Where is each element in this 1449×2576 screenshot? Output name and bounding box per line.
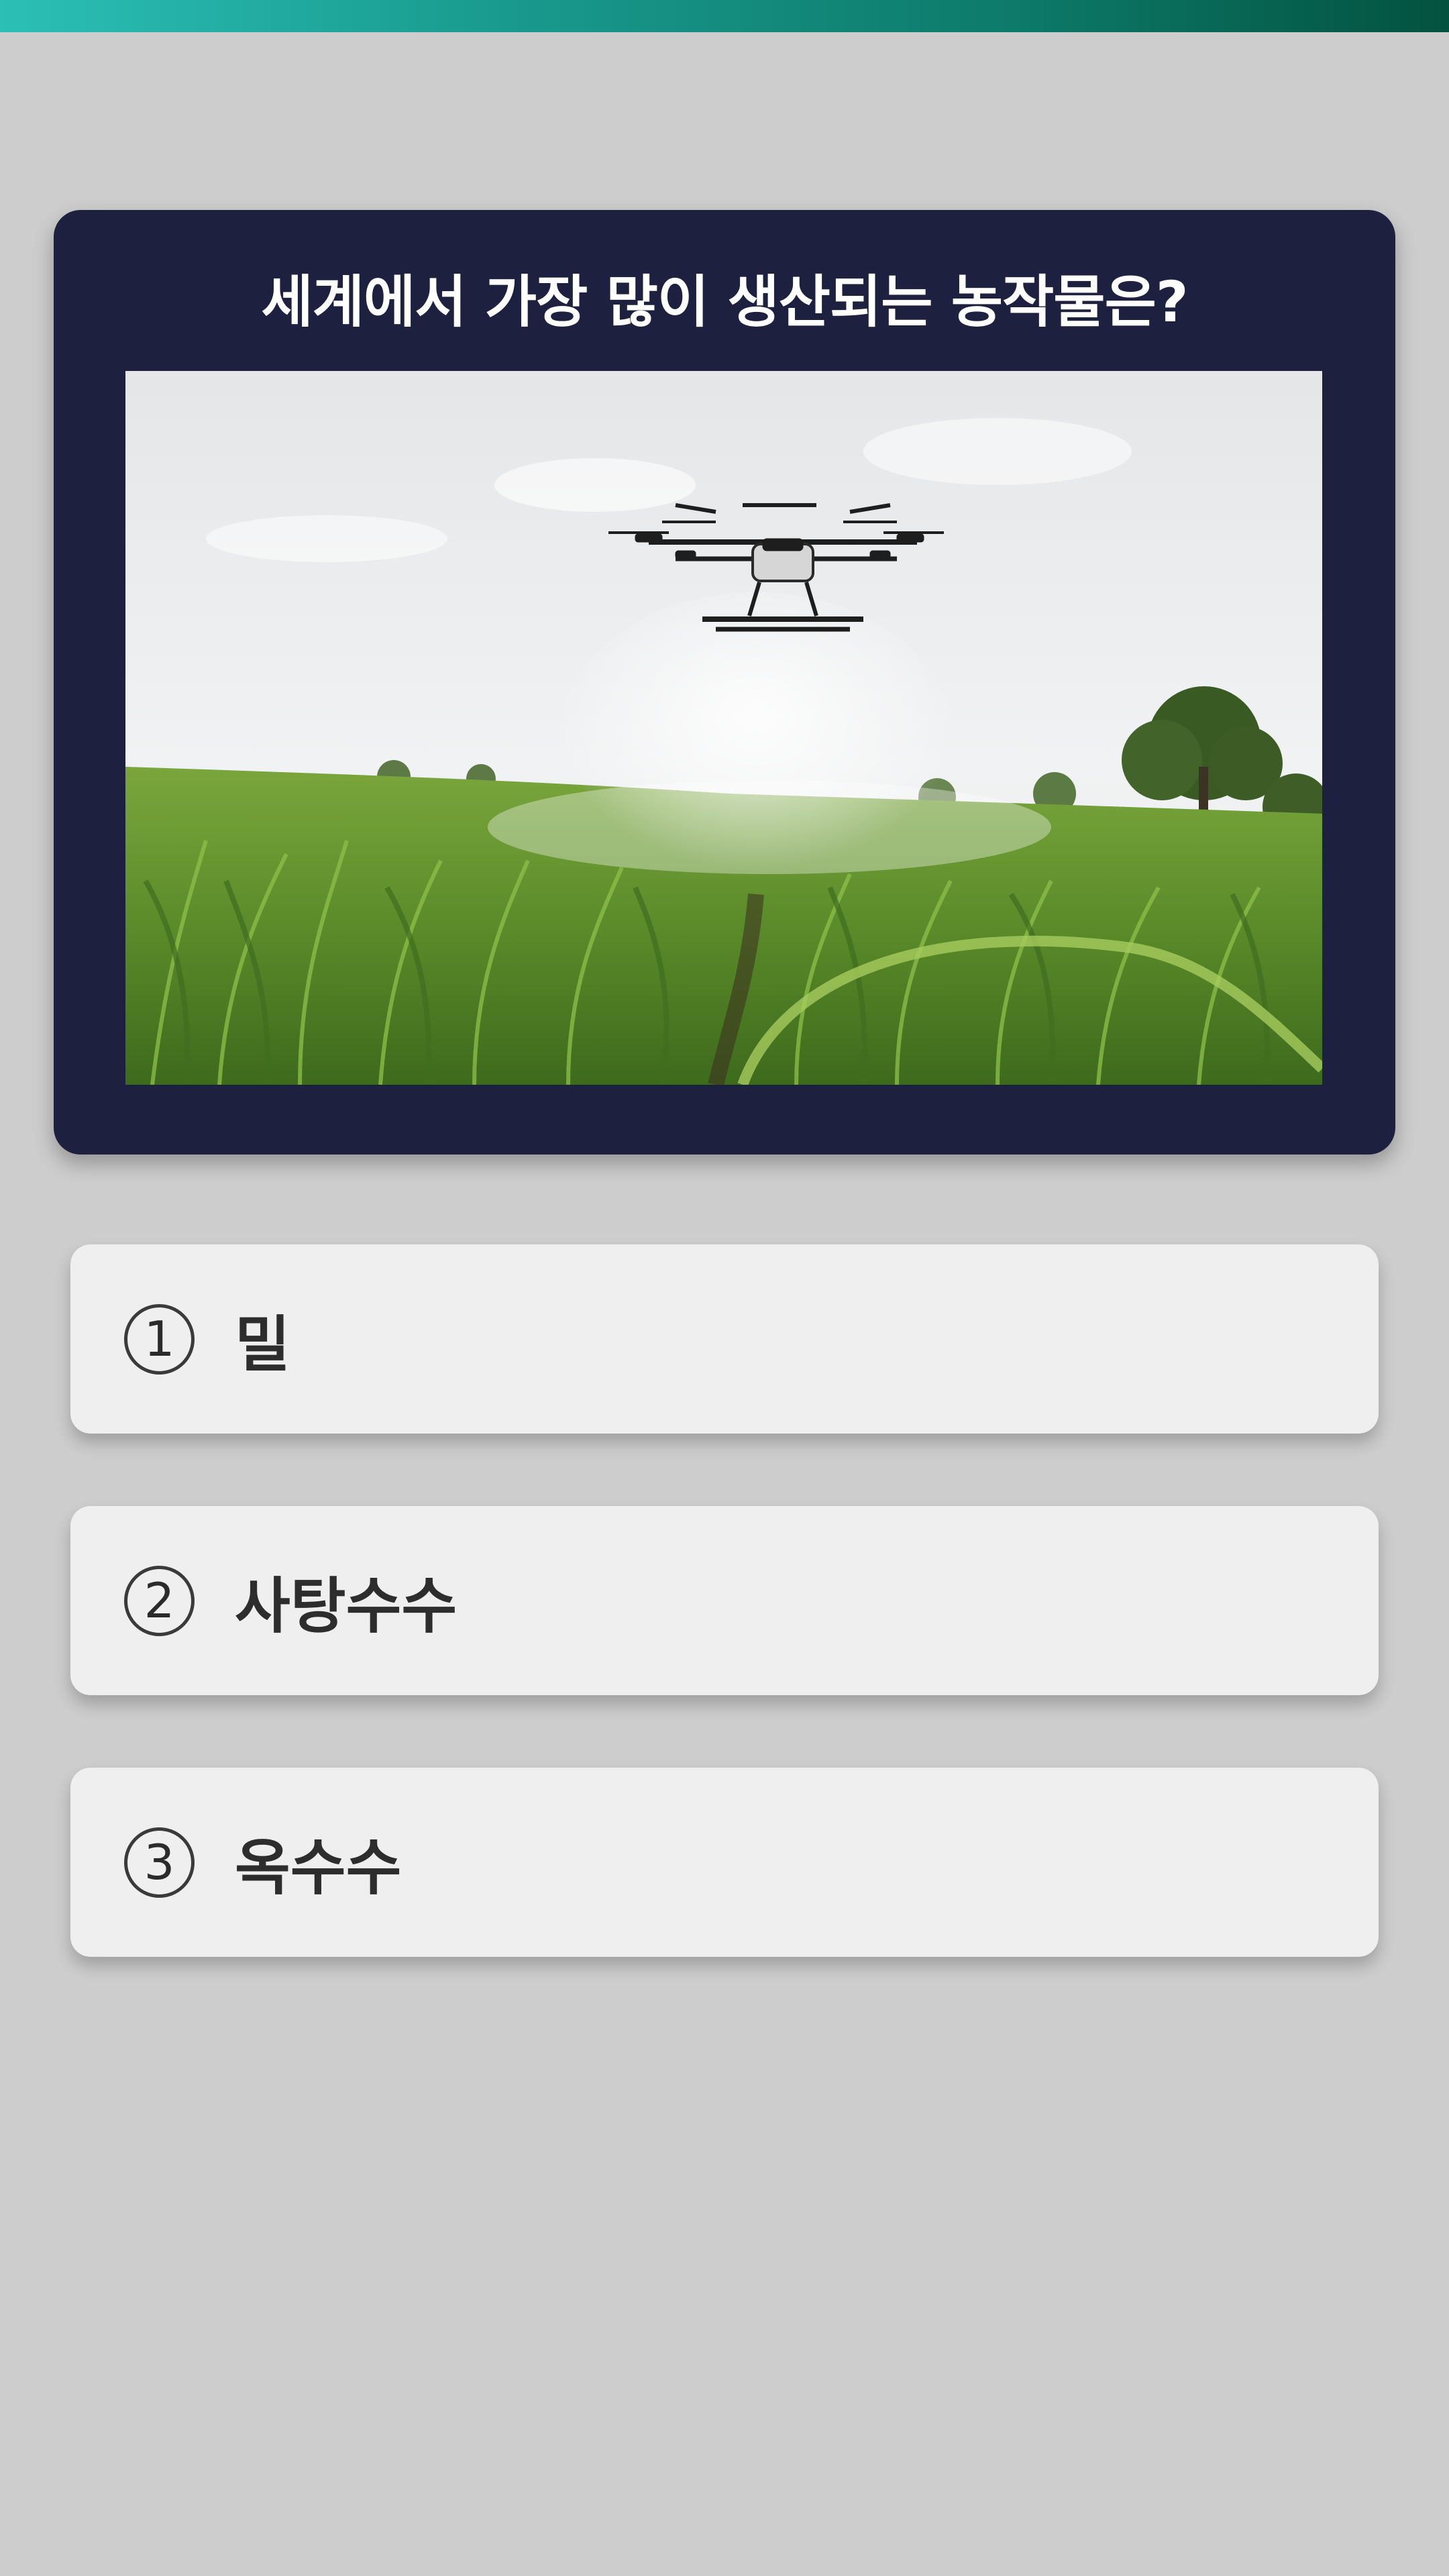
question-image <box>125 371 1322 1085</box>
option-number-badge: 3 <box>124 1827 195 1898</box>
option-label: 밀 <box>235 1309 290 1380</box>
answer-option-1[interactable]: 1 밀 <box>70 1244 1379 1434</box>
top-accent-bar <box>0 0 1449 32</box>
question-title: 세계에서 가장 많이 생산되는 농작물은? <box>261 269 1188 335</box>
option-label: 사탕수수 <box>235 1571 458 1642</box>
answer-option-2[interactable]: 2 사탕수수 <box>70 1506 1379 1695</box>
option-number-badge: 1 <box>124 1303 195 1375</box>
option-label: 옥수수 <box>235 1833 402 1903</box>
option-number-badge: 2 <box>124 1565 195 1636</box>
question-card: 세계에서 가장 많이 생산되는 농작물은? <box>54 210 1395 1155</box>
answer-option-3[interactable]: 3 옥수수 <box>70 1768 1379 1957</box>
